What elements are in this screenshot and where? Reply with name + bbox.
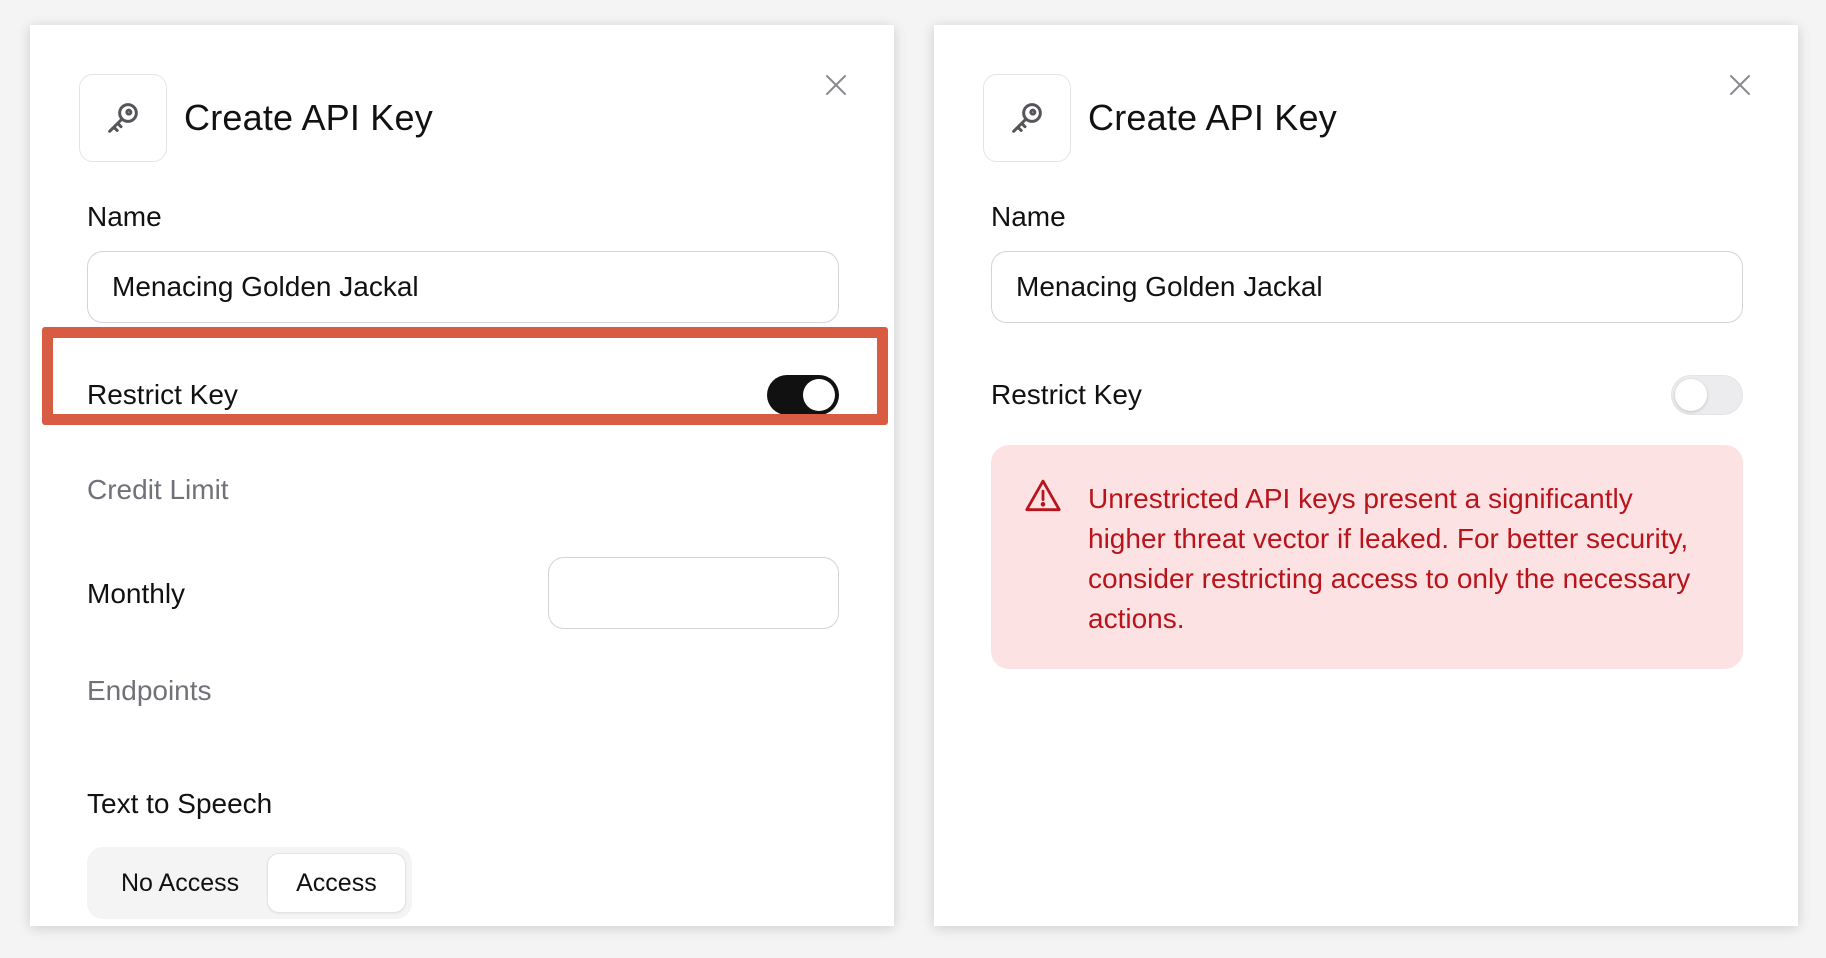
name-input[interactable]: [991, 251, 1743, 323]
dialog-title: Create API Key: [1088, 97, 1337, 138]
access-option[interactable]: Access: [267, 853, 406, 913]
restrict-key-row: Restrict Key: [991, 355, 1743, 435]
restrict-key-label: Restrict Key: [87, 379, 238, 410]
text-to-speech-access-control: No Access Access: [87, 847, 412, 919]
key-icon: [983, 74, 1071, 162]
warning-triangle-icon: [1024, 478, 1062, 517]
text-to-speech-label: Text to Speech: [87, 788, 273, 819]
monthly-label: Monthly: [87, 578, 186, 609]
toggle-knob: [1675, 379, 1707, 411]
monthly-limit-input[interactable]: [548, 557, 839, 629]
restrict-key-label: Restrict Key: [991, 379, 1142, 410]
credit-limit-heading: Credit Limit: [87, 474, 229, 505]
create-api-key-dialog-unrestricted: Create API Key Name Restrict Key Unrestr…: [934, 25, 1798, 926]
dialog-title: Create API Key: [184, 97, 433, 138]
restrict-key-toggle[interactable]: [767, 375, 839, 415]
name-input[interactable]: [87, 251, 839, 323]
close-icon[interactable]: [818, 67, 854, 103]
name-label: Name: [991, 201, 1066, 232]
no-access-option[interactable]: No Access: [93, 853, 267, 913]
dialog-header: Create API Key: [79, 74, 433, 162]
name-label: Name: [87, 201, 162, 232]
create-api-key-dialog-restricted: Create API Key Name Restrict Key Credit …: [30, 25, 894, 926]
restrict-key-row: Restrict Key: [87, 355, 839, 435]
dialog-header: Create API Key: [983, 74, 1337, 162]
key-icon: [79, 74, 167, 162]
close-icon[interactable]: [1722, 67, 1758, 103]
unrestricted-key-warning: Unrestricted API keys present a signific…: [991, 445, 1743, 669]
restrict-key-toggle[interactable]: [1671, 375, 1743, 415]
warning-message: Unrestricted API keys present a signific…: [1088, 483, 1691, 634]
endpoints-heading: Endpoints: [87, 675, 212, 706]
toggle-knob: [803, 379, 835, 411]
